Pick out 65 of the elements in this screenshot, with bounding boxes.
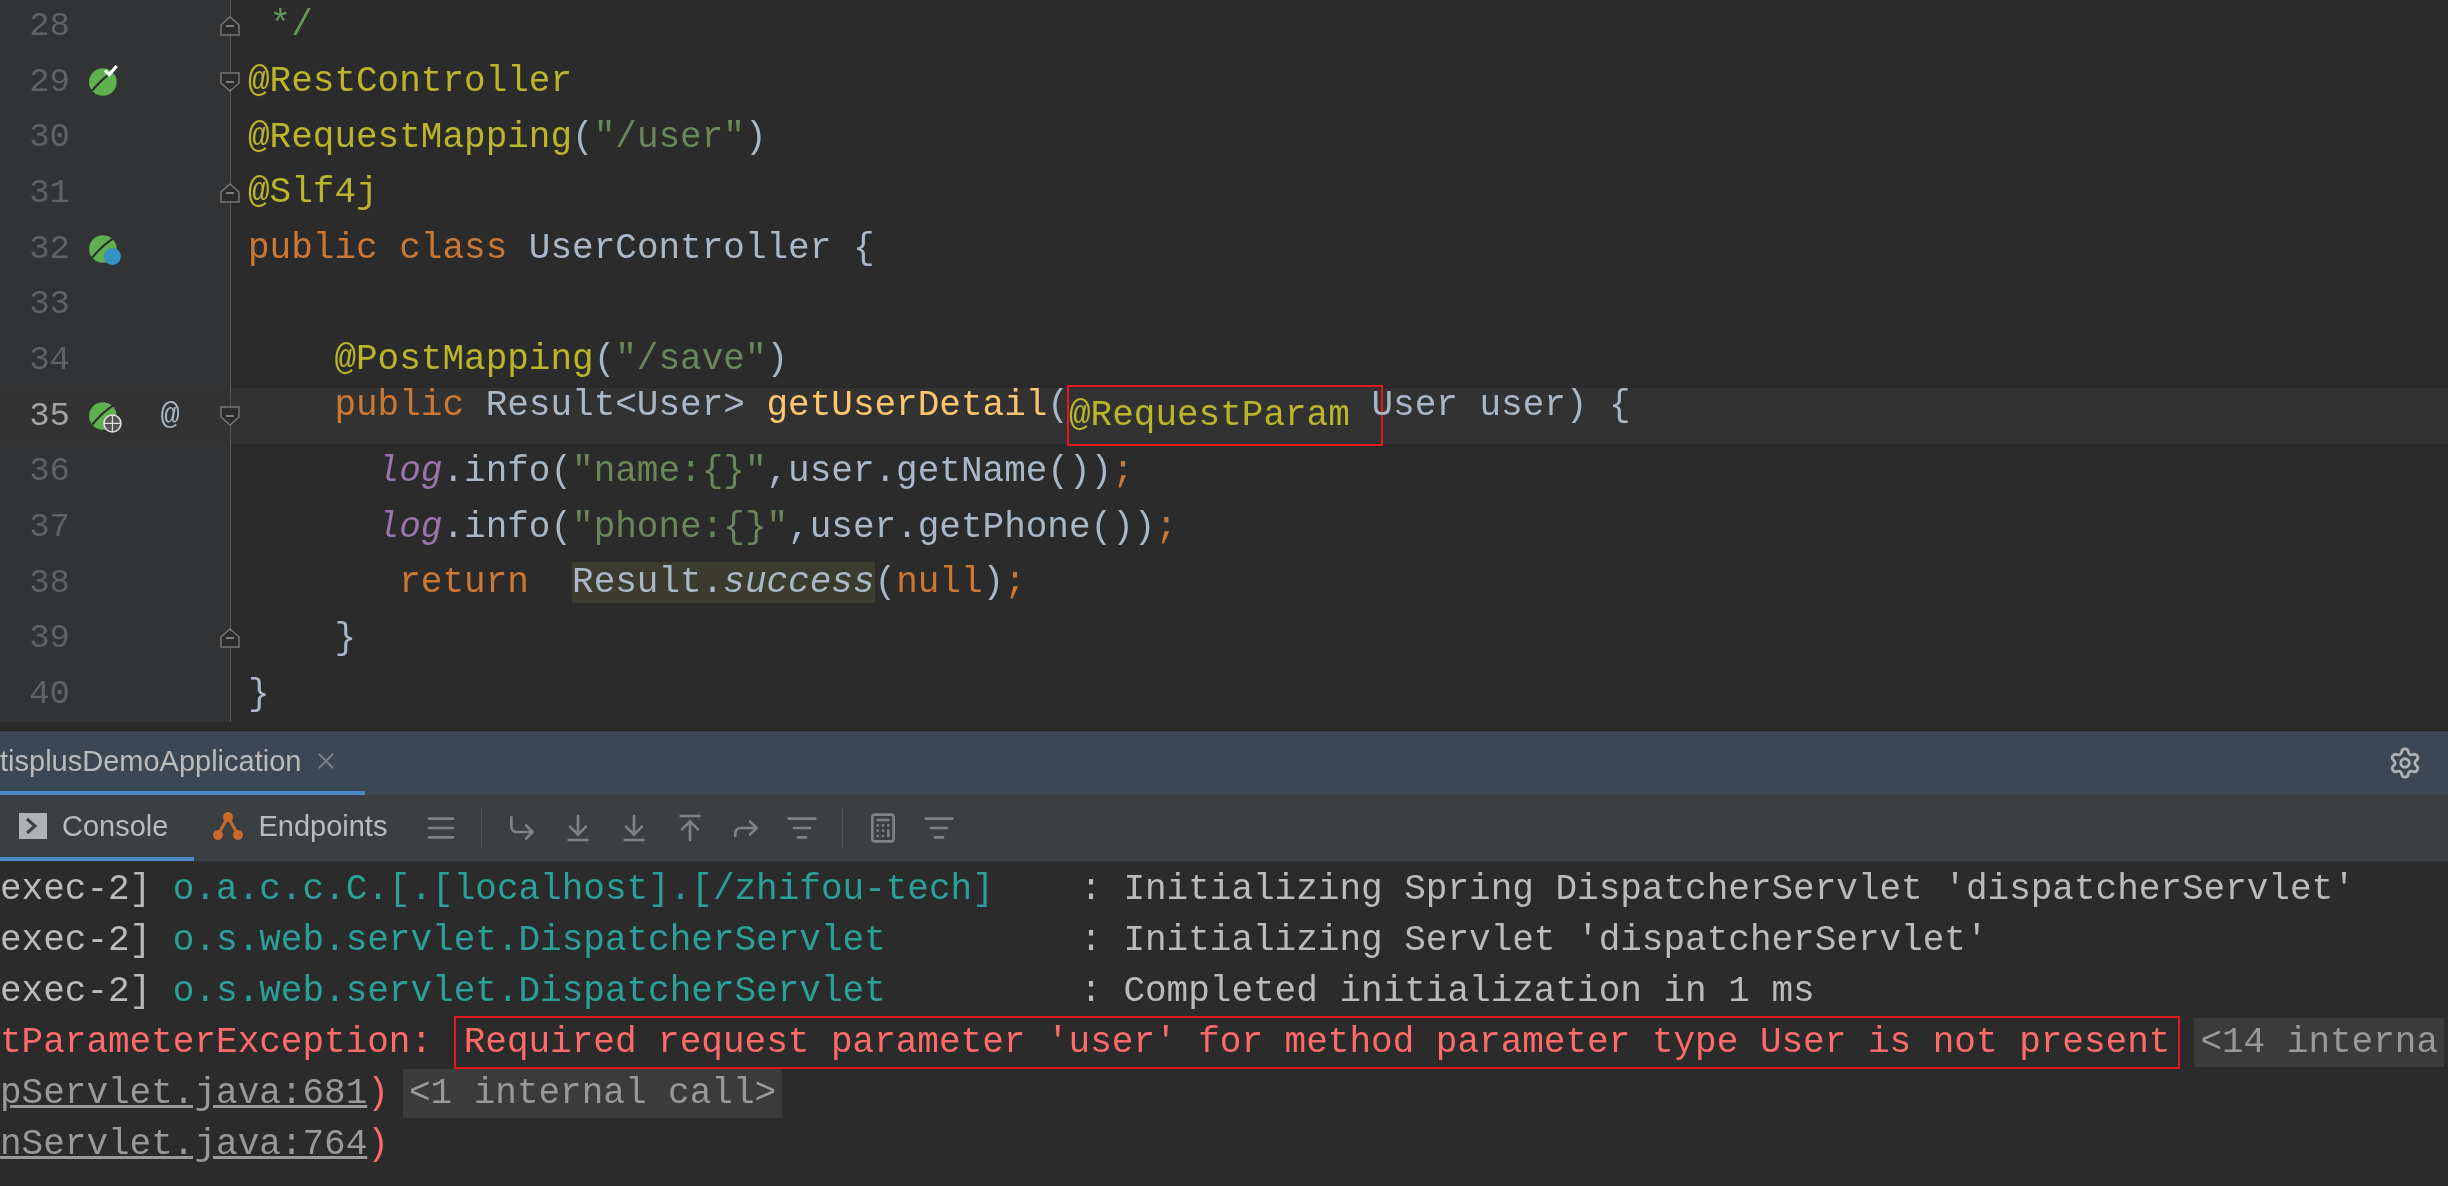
code-token: @PostMapping [333, 339, 594, 381]
console-text: : Completed initialization in 1 ms [1079, 971, 1815, 1012]
code-token: "phone:{}" [572, 506, 789, 548]
code-token: "/save" [615, 339, 767, 381]
code-token: UserController { [528, 228, 875, 270]
code-token: log [376, 506, 443, 548]
code-token: "/user" [593, 116, 745, 158]
code-token: ( [593, 339, 616, 381]
code-token: success [723, 562, 875, 604]
code-token: @Slf4j [248, 172, 378, 214]
code-token: ,user.getName()) [766, 450, 1113, 492]
code-token: ( [874, 562, 897, 604]
code-token: ) [766, 339, 789, 381]
console-text: tParameterException: [0, 1022, 434, 1063]
code-token: .info( [442, 450, 573, 492]
stack-trace-link[interactable]: pServlet.java:681 [0, 1073, 368, 1114]
fold-marker-icon[interactable] [219, 404, 241, 427]
console-text: o.s.web.servlet.DispatcherServlet [172, 971, 886, 1012]
code-token: ) [744, 116, 767, 158]
code-token: public class [248, 228, 509, 270]
code-token: .info( [442, 506, 573, 548]
line-number: 35 [28, 396, 70, 435]
console-text: Required request parameter 'user' for method parameter type User is not present [453, 1016, 2181, 1069]
code-token: ; [1155, 506, 1177, 548]
at-marker[interactable]: @ [140, 397, 200, 435]
console-text: ) [367, 1124, 389, 1165]
code-token: ( [1047, 385, 1069, 429]
code-token: return [398, 562, 530, 604]
code-token: ; [1112, 450, 1134, 492]
console-text: ) [367, 1073, 389, 1114]
console-text: : Initializing Spring DispatcherServlet 'dispatcherServlet' [1079, 869, 2355, 910]
console-text: o.a.c.c.C.[.[localhost].[/zhifou-tech] [172, 869, 994, 910]
code-token: @RestController [248, 61, 573, 103]
stack-trace-link[interactable]: nServlet.java:764 [0, 1124, 368, 1165]
tool-tab[interactable]: Console [0, 795, 195, 861]
console-icon [18, 812, 48, 840]
code-token: null [896, 562, 983, 604]
console-text: exec-2] [0, 971, 153, 1012]
console-text: o.s.web.servlet.DispatcherServlet [172, 920, 886, 961]
code-token: log [376, 450, 443, 492]
tool-tab[interactable]: Endpoints [194, 795, 414, 861]
code-token: ; [1004, 562, 1026, 604]
code-token: Result. [572, 562, 724, 604]
code-token: "name:{}" [572, 450, 767, 492]
code-token: ( [572, 116, 594, 158]
console-text: exec-2] [0, 920, 153, 961]
code-token: Result<User> [485, 385, 746, 429]
code-token: ) [982, 562, 1005, 604]
folded-calls[interactable]: <1 internal call> [402, 1069, 783, 1118]
settings-icon[interactable] [2388, 746, 2422, 780]
code-token: } [333, 617, 357, 659]
code-token: */ [268, 5, 313, 47]
code-token: ,user.getPhone()) [788, 506, 1156, 548]
code-token: } [248, 673, 270, 715]
fold-marker-icon[interactable] [219, 14, 241, 37]
code-token: getUserDetail [766, 385, 1048, 429]
code-token: @RequestMapping [248, 116, 573, 158]
endpoints-icon [212, 811, 245, 841]
fold-marker-icon[interactable] [219, 627, 241, 650]
code-token: public [333, 385, 466, 429]
console-text: exec-2] [0, 869, 153, 910]
fold-marker-icon[interactable] [219, 70, 241, 93]
fold-marker-icon[interactable] [219, 181, 241, 204]
console-text: : Initializing Servlet 'dispatcherServlet' [1079, 920, 1988, 961]
folded-calls[interactable]: <14 interna [2194, 1018, 2444, 1067]
